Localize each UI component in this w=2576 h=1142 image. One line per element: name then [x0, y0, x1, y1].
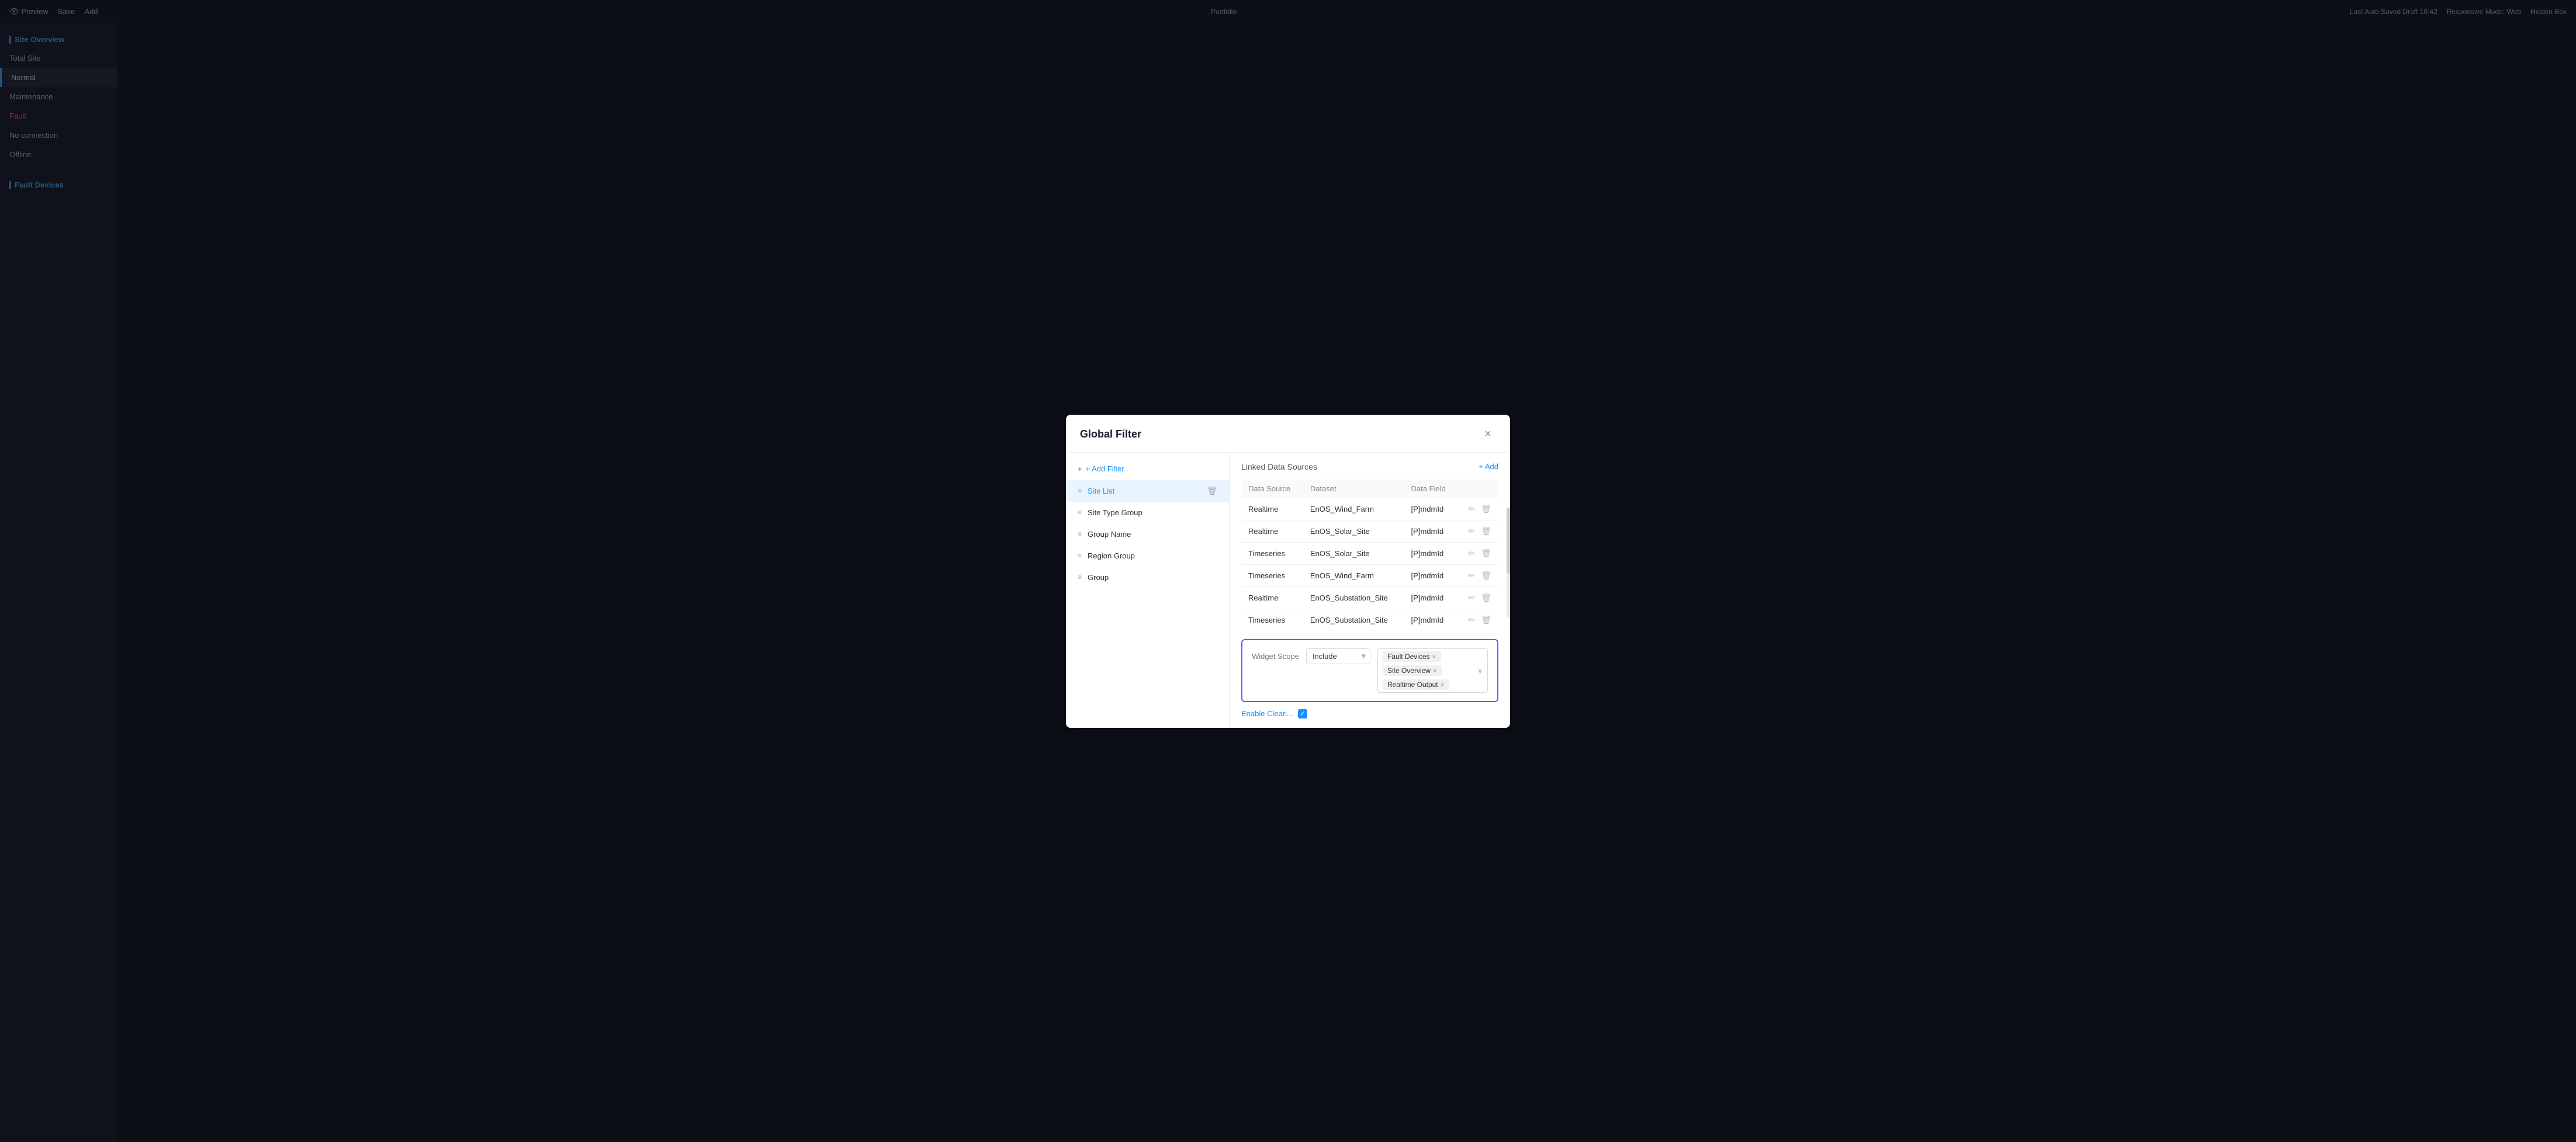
- tag-close-fault-devices[interactable]: ×: [1432, 653, 1436, 660]
- modal-header: Global Filter ×: [1066, 415, 1510, 453]
- filter-item-label: Site Type Group: [1088, 508, 1201, 517]
- table-row: Timeseries EnOS_Substation_Site [P]mdmId…: [1241, 609, 1498, 631]
- tag-realtime-output: Realtime Output ×: [1383, 679, 1449, 690]
- enable-clear-checkbox[interactable]: [1298, 709, 1307, 718]
- cell-dataset: EnOS_Wind_Farm: [1303, 498, 1404, 520]
- delete-icon[interactable]: 🗑: [1481, 504, 1491, 514]
- cell-dataset: EnOS_Wind_Farm: [1303, 564, 1404, 586]
- filter-item-label: Group: [1088, 573, 1201, 582]
- delete-icon[interactable]: 🗑: [1481, 615, 1491, 625]
- modal-title: Global Filter: [1080, 428, 1141, 440]
- cell-dataset: EnOS_Substation_Site: [1303, 586, 1404, 609]
- add-data-source-button[interactable]: + Add: [1479, 462, 1498, 471]
- edit-icon[interactable]: ✏: [1468, 571, 1475, 581]
- cell-dataset: EnOS_Solar_Site: [1303, 520, 1404, 542]
- tag-site-overview: Site Overview ×: [1383, 665, 1442, 676]
- delete-icon[interactable]: 🗑: [1207, 486, 1217, 496]
- scrollbar[interactable]: [1507, 508, 1510, 617]
- edit-icon[interactable]: ✏: [1468, 526, 1475, 536]
- widget-scope-row: Widget Scope IncludeExclude Fault Device…: [1252, 648, 1488, 693]
- close-icon: ×: [1484, 428, 1491, 441]
- cell-source: Realtime: [1241, 586, 1303, 609]
- filter-item-site-type-group[interactable]: ≡ Site Type Group 🗑: [1066, 502, 1229, 523]
- col-data-field: Data Field: [1404, 480, 1458, 498]
- delete-icon[interactable]: 🗑: [1481, 571, 1491, 581]
- edit-icon[interactable]: ✏: [1468, 504, 1475, 514]
- filter-item-group[interactable]: ≡ Group 🗑: [1066, 567, 1229, 588]
- delete-icon[interactable]: 🗑: [1481, 593, 1491, 603]
- filter-list: ≡ Site List 🗑 ≡ Site Type Group 🗑 ≡ Grou…: [1066, 480, 1229, 588]
- cell-field: [P]mdmId: [1404, 520, 1458, 542]
- edit-icon[interactable]: ✏: [1468, 615, 1475, 625]
- filter-item-label: Site List: [1088, 487, 1201, 495]
- drag-icon: ≡: [1078, 551, 1082, 560]
- add-filter-button[interactable]: + + Add Filter: [1066, 462, 1136, 480]
- filter-panel: + + Add Filter ≡ Site List 🗑 ≡ Site Type…: [1066, 453, 1230, 728]
- edit-icon[interactable]: ✏: [1468, 549, 1475, 558]
- delete-icon[interactable]: 🗑: [1481, 526, 1491, 536]
- col-data-source: Data Source: [1241, 480, 1303, 498]
- filter-item-label: Region Group: [1088, 551, 1201, 560]
- close-button[interactable]: ×: [1480, 426, 1496, 443]
- panel-header: Linked Data Sources + Add: [1241, 462, 1498, 471]
- data-sources-panel: Linked Data Sources + Add Data Source Da…: [1230, 453, 1510, 728]
- col-actions: [1457, 480, 1498, 498]
- modal-overlay: Global Filter × + + Add Filter ≡ Site Li…: [0, 0, 2576, 1142]
- widget-scope-tags-area[interactable]: Fault Devices × Site Overview × Realtime…: [1377, 648, 1488, 693]
- table-row: Realtime EnOS_Substation_Site [P]mdmId ✏…: [1241, 586, 1498, 609]
- enable-clear-label: Enable Cleari...: [1241, 709, 1293, 718]
- filter-item-label: Group Name: [1088, 530, 1201, 539]
- cell-field: [P]mdmId: [1404, 609, 1458, 631]
- cell-dataset: EnOS_Solar_Site: [1303, 542, 1404, 564]
- table-row: Timeseries EnOS_Wind_Farm [P]mdmId ✏ 🗑: [1241, 564, 1498, 586]
- cell-field: [P]mdmId: [1404, 564, 1458, 586]
- drag-icon: ≡: [1078, 487, 1082, 495]
- col-dataset: Dataset: [1303, 480, 1404, 498]
- widget-scope-section: Widget Scope IncludeExclude Fault Device…: [1241, 639, 1498, 702]
- filter-item-region-group[interactable]: ≡ Region Group 🗑: [1066, 545, 1229, 567]
- cell-source: Realtime: [1241, 498, 1303, 520]
- widget-scope-label: Widget Scope: [1252, 648, 1299, 661]
- modal-body: + + Add Filter ≡ Site List 🗑 ≡ Site Type…: [1066, 453, 1510, 728]
- cell-field: [P]mdmId: [1404, 498, 1458, 520]
- cell-source: Timeseries: [1241, 564, 1303, 586]
- tag-close-realtime-output[interactable]: ×: [1441, 681, 1445, 688]
- cell-source: Realtime: [1241, 520, 1303, 542]
- widget-scope-select[interactable]: IncludeExclude: [1306, 648, 1370, 664]
- data-sources-table: Data Source Dataset Data Field Realtime …: [1241, 480, 1498, 631]
- cell-source: Timeseries: [1241, 609, 1303, 631]
- tag-close-site-overview[interactable]: ×: [1433, 667, 1437, 674]
- linked-data-sources-title: Linked Data Sources: [1241, 462, 1317, 471]
- cell-field: [P]mdmId: [1404, 586, 1458, 609]
- scrollbar-thumb[interactable]: [1507, 508, 1510, 574]
- table-row: Realtime EnOS_Solar_Site [P]mdmId ✏ 🗑: [1241, 520, 1498, 542]
- table-row: Realtime EnOS_Wind_Farm [P]mdmId ✏ 🗑: [1241, 498, 1498, 520]
- tag-fault-devices: Fault Devices ×: [1383, 651, 1441, 662]
- edit-icon[interactable]: ✏: [1468, 593, 1475, 603]
- filter-item-group-name[interactable]: ≡ Group Name 🗑: [1066, 523, 1229, 545]
- enable-clear-row: Enable Cleari...: [1241, 709, 1498, 718]
- expand-tags-icon[interactable]: ∨: [1477, 667, 1483, 675]
- cell-dataset: EnOS_Substation_Site: [1303, 609, 1404, 631]
- delete-icon[interactable]: 🗑: [1481, 549, 1491, 558]
- table-row: Timeseries EnOS_Solar_Site [P]mdmId ✏ 🗑: [1241, 542, 1498, 564]
- drag-icon: ≡: [1078, 508, 1082, 516]
- add-filter-icon: +: [1078, 464, 1082, 473]
- cell-field: [P]mdmId: [1404, 542, 1458, 564]
- cell-source: Timeseries: [1241, 542, 1303, 564]
- filter-item-site-list[interactable]: ≡ Site List 🗑: [1066, 480, 1229, 502]
- global-filter-modal: Global Filter × + + Add Filter ≡ Site Li…: [1066, 415, 1510, 728]
- drag-icon: ≡: [1078, 530, 1082, 538]
- drag-icon: ≡: [1078, 573, 1082, 581]
- scope-select-wrapper: IncludeExclude: [1306, 648, 1370, 664]
